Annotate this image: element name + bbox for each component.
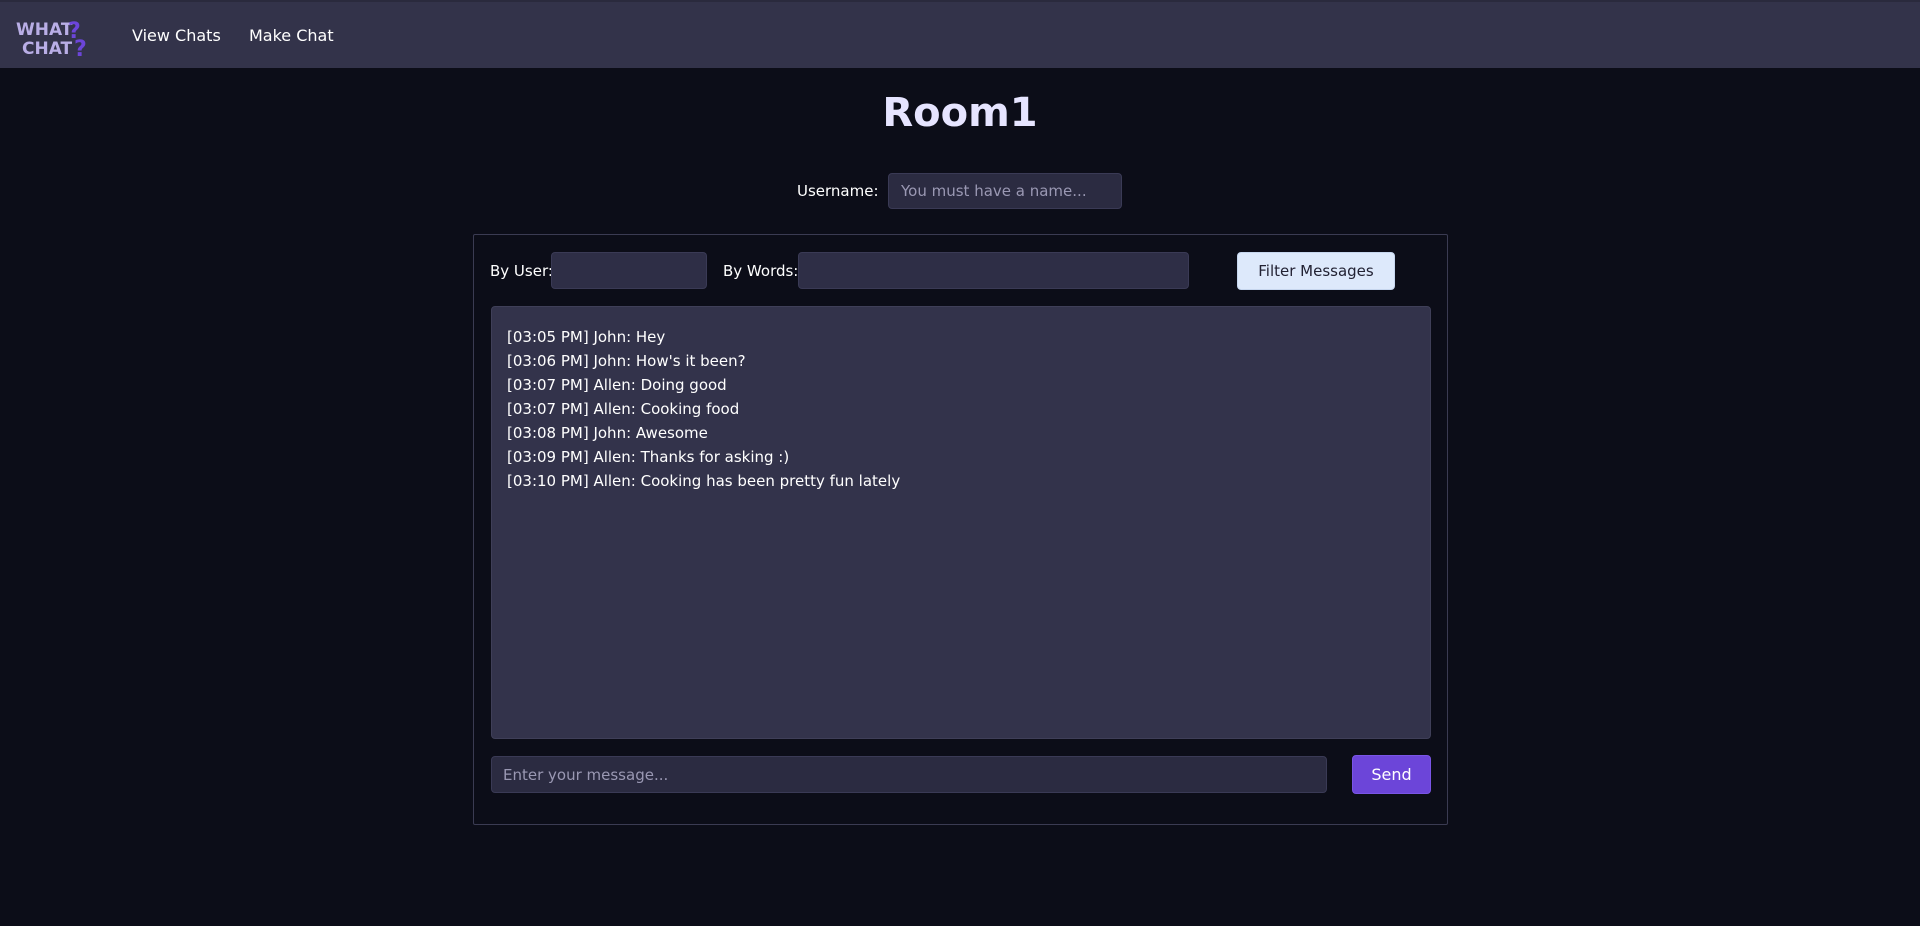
top-navbar: WHAT CHAT ? ? View Chats Make Chat bbox=[0, 0, 1920, 68]
message-item: [03:06 PM] John: How's it been? bbox=[507, 352, 746, 370]
messages-box[interactable]: [03:05 PM] John: Hey [03:06 PM] John: Ho… bbox=[491, 306, 1431, 739]
username-label: Username: bbox=[797, 182, 879, 200]
message-item: [03:09 PM] Allen: Thanks for asking :) bbox=[507, 448, 790, 466]
filter-messages-button[interactable]: Filter Messages bbox=[1237, 252, 1395, 290]
logo-what-text: WHAT bbox=[16, 20, 73, 40]
message-item: [03:10 PM] Allen: Cooking has been prett… bbox=[507, 472, 901, 490]
username-input[interactable] bbox=[888, 173, 1122, 209]
nav-view-chats-link[interactable]: View Chats bbox=[132, 26, 221, 45]
message-input[interactable] bbox=[491, 756, 1327, 793]
chat-panel: By User: By Words: Filter Messages [03:0… bbox=[473, 234, 1448, 825]
message-item: [03:07 PM] Allen: Cooking food bbox=[507, 400, 740, 418]
by-words-input[interactable] bbox=[798, 252, 1189, 289]
nav-make-chat-link[interactable]: Make Chat bbox=[249, 26, 334, 45]
by-words-label: By Words: bbox=[723, 262, 799, 280]
message-item: [03:05 PM] John: Hey bbox=[507, 328, 666, 346]
room-title: Room1 bbox=[882, 90, 1038, 136]
logo-question-mark-icon: ? bbox=[74, 37, 87, 58]
by-user-label: By User: bbox=[490, 262, 553, 280]
send-button[interactable]: Send bbox=[1352, 755, 1431, 794]
logo-chat-text: CHAT bbox=[22, 39, 73, 58]
message-item: [03:08 PM] John: Awesome bbox=[507, 424, 708, 442]
message-item: [03:07 PM] Allen: Doing good bbox=[507, 376, 727, 394]
what-chat-logo[interactable]: WHAT CHAT ? ? bbox=[16, 16, 98, 58]
by-user-input[interactable] bbox=[551, 252, 707, 289]
